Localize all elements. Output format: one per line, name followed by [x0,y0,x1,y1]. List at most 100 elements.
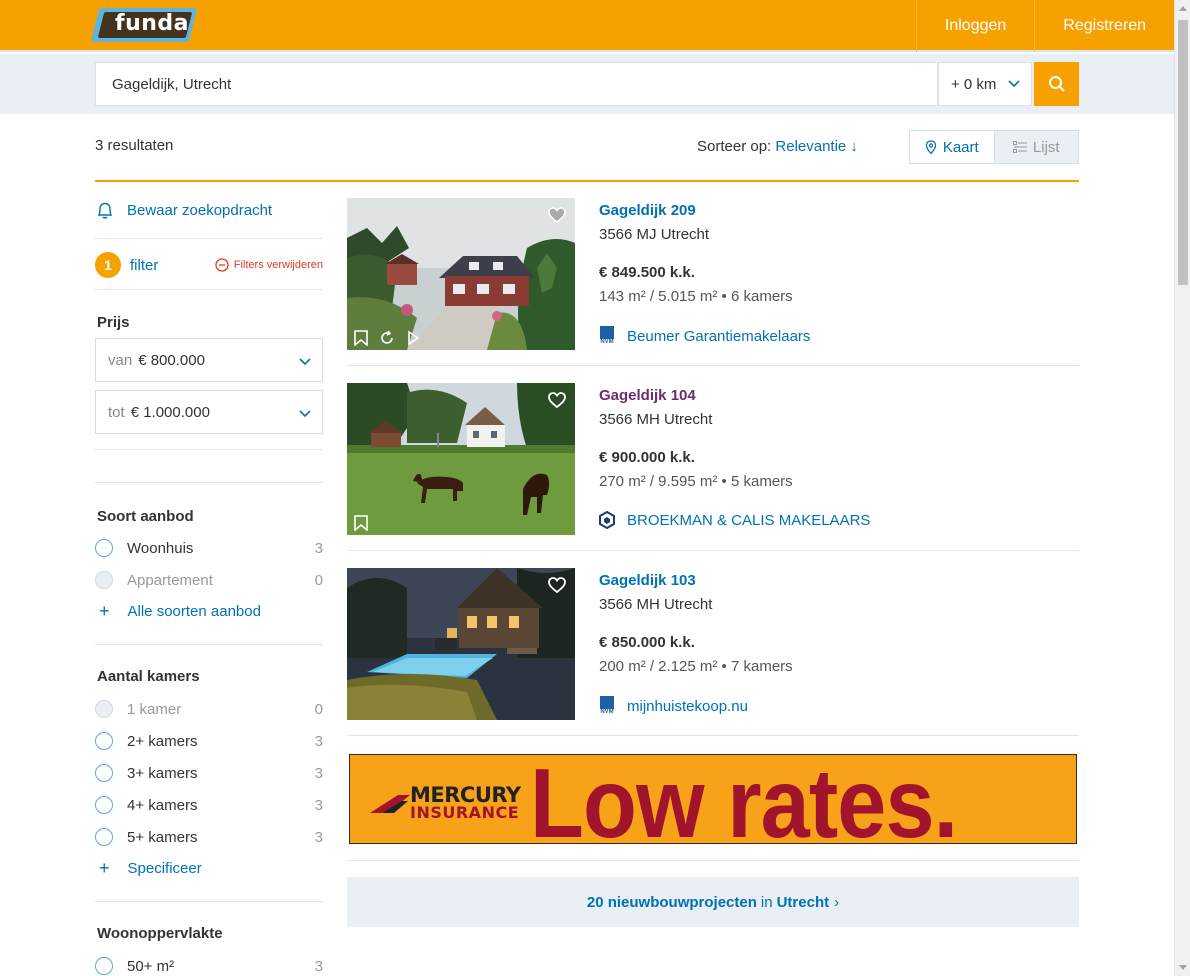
heart-icon[interactable] [547,206,567,224]
price-heading: Prijs [97,314,130,331]
price-from-prefix: van [108,351,133,369]
filter-label[interactable]: filter [130,257,158,274]
scroll-down-arrow-icon[interactable] [1179,965,1187,970]
page-scrollbar[interactable] [1174,0,1190,976]
bookmark-icon[interactable] [353,330,369,346]
listing-card[interactable]: Gageldijk 209 3566 MJ Utrecht € 849.500 … [347,198,1079,366]
heart-icon[interactable] [547,576,567,594]
rooms-option-4plus[interactable]: 4+ kamers 3 [95,793,325,817]
listing-price: € 900.000 k.k. [599,449,695,466]
rooms-option-1: 1 kamer 0 [95,697,325,721]
listing-photo[interactable] [347,383,575,535]
radio-button [95,571,113,589]
option-count: 3 [314,828,323,846]
listing-zip: 3566 MJ Utrecht [599,226,710,243]
results-count: 3 resultaten [95,137,174,154]
ad-brand: MERCURY INSURANCE [410,785,521,821]
sort-value[interactable]: Relevantie ↓ [775,138,858,155]
map-view-button[interactable]: Kaart [910,131,994,163]
listing-agent[interactable]: NVM Beumer Garantiemakelaars [599,326,810,346]
divider [95,238,323,239]
divider [95,482,323,483]
offer-option-woonhuis[interactable]: Woonhuis 3 [95,536,325,560]
sort-label: Sorteer op: [697,138,772,155]
listing-title[interactable]: Gageldijk 103 [599,572,696,589]
login-link[interactable]: Inloggen [915,0,1034,52]
price-from-select[interactable]: van € 800.000 [95,338,323,382]
bell-icon [97,202,113,219]
listing-agent[interactable]: NVM mijnhuistekoop.nu [599,696,748,716]
divider [95,449,323,450]
listing-price: € 850.000 k.k. [599,634,695,651]
ad-brand-line2: INSURANCE [410,803,520,822]
listing-specs: 270 m² / 9.595 m² • 5 kamers [599,473,793,490]
divider [95,901,323,902]
search-input[interactable]: Gageldijk, Utrecht [95,62,938,106]
agent-name: Beumer Garantiemakelaars [627,327,811,345]
scroll-up-arrow-icon[interactable] [1179,6,1187,11]
scrollbar-thumb[interactable] [1178,20,1188,285]
sort-control[interactable]: Sorteer op: Relevantie ↓ [697,138,858,155]
listing-photo[interactable] [347,198,575,350]
map-view-label: Kaart [942,138,979,156]
rooms-option-3plus[interactable]: 3+ kamers 3 [95,761,325,785]
listing-card[interactable]: Gageldijk 104 3566 MH Utrecht € 900.000 … [347,383,1079,551]
newbuild-city: Utrecht [776,893,830,911]
results-divider [95,180,1079,182]
360-rotate-icon[interactable] [379,330,395,346]
radio-button[interactable] [95,764,113,782]
bookmark-icon[interactable] [353,515,369,531]
listing-specs: 143 m² / 5.015 m² • 6 kamers [599,288,793,305]
option-count: 3 [314,732,323,750]
map-pin-icon [925,139,936,154]
active-filters-row: 1 filter Filters verwijderen [95,250,323,280]
option-label: 4+ kamers [127,796,198,814]
newbuild-projects-link[interactable]: 20 nieuwbouwprojecten in Utrecht › [347,877,1079,927]
option-label: 5+ kamers [127,828,198,846]
ad-banner[interactable]: MERCURY INSURANCE Low rates. [349,754,1077,844]
offer-option-appartement: Appartement 0 [95,568,325,592]
area-option-50plus[interactable]: 50+ m² 3 [95,954,325,976]
house-photo [347,198,575,350]
ad-slogan: Low rates. [530,754,958,844]
nvm-logo-icon: NVM [599,696,615,716]
register-link[interactable]: Registreren [1034,0,1174,52]
play-icon[interactable] [405,330,421,346]
listing-zip: 3566 MH Utrecht [599,411,713,428]
search-button[interactable] [1034,62,1079,106]
save-search-link[interactable]: Bewaar zoekopdracht [95,200,272,220]
radio-button[interactable] [95,828,113,846]
radius-value: + 0 km [951,75,997,93]
offer-type-heading: Soort aanbod [97,508,194,525]
listing-card[interactable]: Gageldijk 103 3566 MH Utrecht € 850.000 … [347,568,1079,736]
plus-icon: + [99,601,110,621]
list-icon [1012,141,1027,153]
price-to-select[interactable]: tot € 1.000.000 [95,390,323,434]
listing-zip: 3566 MH Utrecht [599,596,713,613]
nvm-logo-icon: NVM [599,326,615,346]
radius-select[interactable]: + 0 km [938,62,1032,106]
clear-filters-button[interactable]: Filters verwijderen [215,258,323,272]
radio-button[interactable] [95,539,113,557]
all-offer-types-link[interactable]: + Alle soorten aanbod [99,602,261,620]
funda-logo[interactable]: funda [90,8,198,44]
listing-agent[interactable]: BROEKMAN & CALIS MAKELAARS [599,511,870,529]
rooms-option-2plus[interactable]: 2+ kamers 3 [95,729,325,753]
option-label: 1 kamer [127,700,182,718]
radio-button[interactable] [95,796,113,814]
media-icons [353,330,421,346]
radio-button [95,700,113,718]
specify-rooms-link[interactable]: + Specificeer [99,859,202,877]
remove-circle-icon [215,258,229,272]
rooms-option-5plus[interactable]: 5+ kamers 3 [95,825,325,849]
listing-title[interactable]: Gageldijk 209 [599,202,696,219]
listing-photo[interactable] [347,568,575,720]
house-photo [347,383,575,535]
ad-brand-line1: MERCURY [410,783,521,807]
listing-title[interactable]: Gageldijk 104 [599,387,696,404]
option-count: 0 [314,571,323,589]
radio-button[interactable] [95,957,113,975]
radio-button[interactable] [95,732,113,750]
heart-icon[interactable] [547,391,567,409]
list-view-button[interactable]: Lijst [993,131,1078,163]
